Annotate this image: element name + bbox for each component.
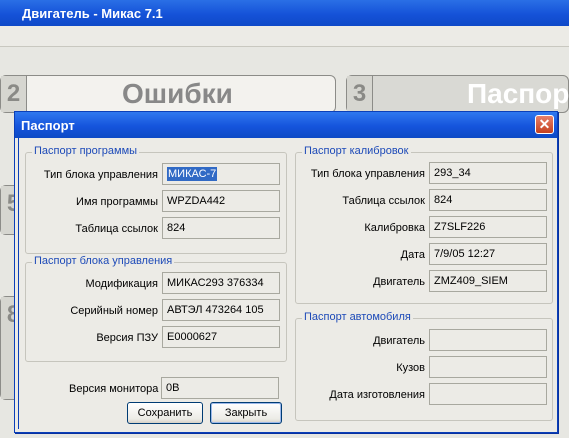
group-title: Паспорт калибровок xyxy=(302,145,411,157)
group-program: Паспорт программы Тип блока управления М… xyxy=(25,145,287,254)
dialog-title: Паспорт xyxy=(21,118,75,133)
app-title-bar: Двигатель - Микас 7.1 xyxy=(0,0,569,26)
dialog-body: Паспорт программы Тип блока управления М… xyxy=(18,138,554,429)
group-control-unit: Паспорт блока управления Модификация МИК… xyxy=(25,255,287,362)
field-label: Версия монитора xyxy=(69,383,159,395)
control-unit-type-field[interactable]: МИКАС-7 xyxy=(162,163,280,185)
tile-passport[interactable]: 3 Паспор xyxy=(346,75,569,113)
field-label: Имя программы xyxy=(76,196,158,208)
group-title: Паспорт программы xyxy=(32,145,140,157)
group-vehicle: Паспорт автомобиля Двигатель Кузов Дата … xyxy=(295,311,553,421)
field-label: Дата xyxy=(400,249,425,261)
field-label: Дата изготовления xyxy=(329,389,425,401)
field-label: Таблица ссылок xyxy=(342,195,425,207)
close-button[interactable]: Закрыть xyxy=(210,402,282,424)
field-label: Серийный номер xyxy=(70,305,158,317)
group-calibration: Паспорт калибровок Тип блока управления … xyxy=(295,145,553,304)
field-label: Двигатель xyxy=(373,335,425,347)
tile-label: Ошибки xyxy=(122,78,233,109)
field-label: Тип блока управления xyxy=(43,169,158,181)
field-label: Тип блока управления xyxy=(310,168,425,180)
field-label: Модификация xyxy=(85,278,159,290)
engine-field[interactable]: ZMZ409_SIEM xyxy=(429,270,547,292)
field-label: Калибровка xyxy=(364,222,425,234)
field-label: Версия ПЗУ xyxy=(96,332,158,344)
modification-field[interactable]: МИКАС293 376334 xyxy=(162,272,280,294)
passport-dialog: Паспорт ✕ Паспорт программы Тип блока уп… xyxy=(14,111,558,433)
date-field[interactable]: 7/9/05 12:27 xyxy=(429,243,547,265)
program-name-field[interactable]: WPZDA442 xyxy=(162,190,280,212)
menu-strip xyxy=(0,26,569,47)
manufacture-date-field[interactable] xyxy=(429,383,547,405)
close-icon[interactable]: ✕ xyxy=(535,115,554,134)
monitor-version-field[interactable]: 0B xyxy=(161,377,279,399)
link-table-field[interactable]: 824 xyxy=(162,217,280,239)
vehicle-engine-field[interactable] xyxy=(429,329,547,351)
serial-number-field[interactable]: АВТЭЛ 473264 105 xyxy=(162,299,280,321)
app-title: Двигатель - Микас 7.1 xyxy=(22,6,163,21)
calib-link-table-field[interactable]: 824 xyxy=(429,189,547,211)
calibration-field[interactable]: Z7SLF226 xyxy=(429,216,547,238)
field-label: Двигатель xyxy=(373,276,425,288)
rom-version-field[interactable]: E0000627 xyxy=(162,326,280,348)
tile-errors[interactable]: 2 Ошибки xyxy=(0,75,336,113)
calib-unit-type-field[interactable]: 293_34 xyxy=(429,162,547,184)
tile-number: 2 xyxy=(1,76,27,112)
group-title: Паспорт блока управления xyxy=(32,255,175,267)
save-button[interactable]: Сохранить xyxy=(127,402,203,424)
tile-label: Паспор xyxy=(467,78,569,109)
body-field[interactable] xyxy=(429,356,547,378)
field-value: МИКАС-7 xyxy=(167,167,218,181)
dialog-title-bar[interactable]: Паспорт ✕ xyxy=(15,112,557,138)
group-title: Паспорт автомобиля xyxy=(302,311,413,323)
tile-number: 3 xyxy=(347,76,373,112)
field-label: Кузов xyxy=(396,362,425,374)
field-label: Таблица ссылок xyxy=(75,223,158,235)
